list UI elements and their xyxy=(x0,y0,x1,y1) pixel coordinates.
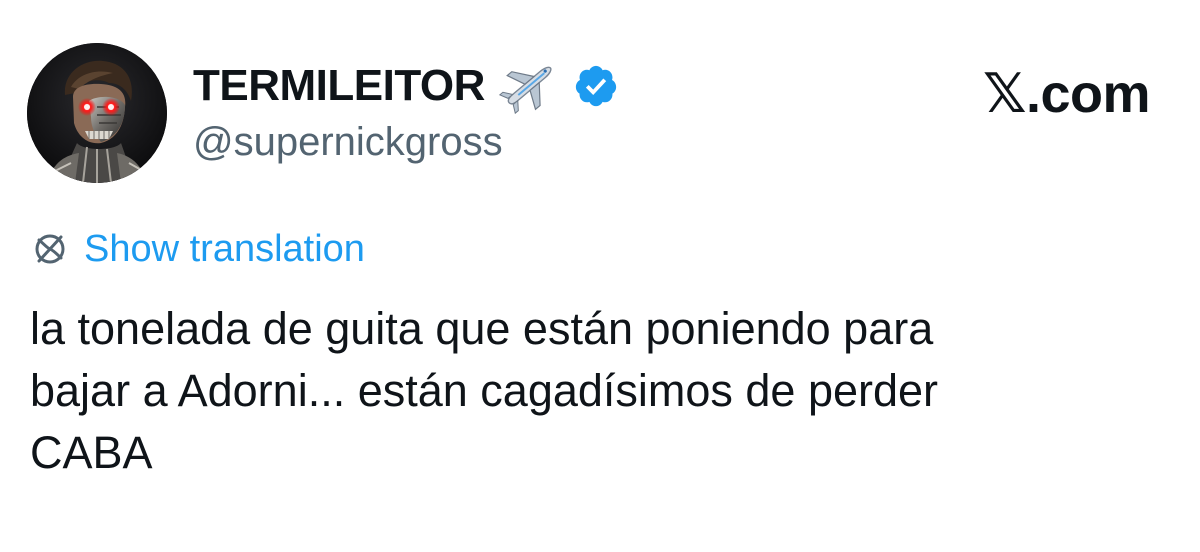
show-translation-button[interactable]: Show translation xyxy=(30,224,365,274)
display-name-row[interactable]: TERMILEITOR xyxy=(193,58,619,114)
x-brand-label: 𝕏.com xyxy=(982,64,1151,124)
globe-icon xyxy=(35,234,65,264)
verified-badge-icon[interactable] xyxy=(573,63,619,109)
tweet-text-line: bajar a Adorni... están cagadísimos de p… xyxy=(30,365,939,416)
terminator-robot-avatar-icon xyxy=(27,43,167,183)
airplane-icon xyxy=(498,66,552,114)
author-handle[interactable]: @supernickgross xyxy=(193,120,503,165)
tweet-text-line: la tonelada de guita que están poniendo … xyxy=(30,303,934,354)
avatar[interactable] xyxy=(27,43,167,183)
show-translation-label[interactable]: Show translation xyxy=(84,228,365,271)
display-name[interactable]: TERMILEITOR xyxy=(193,61,485,111)
tweet-text: la tonelada de guita que están poniendo … xyxy=(30,298,1170,484)
tweet-text-line: CABA xyxy=(30,427,153,478)
tweet-card: TERMILEITOR @supernickgross 𝕏.com Show t… xyxy=(0,0,1200,552)
